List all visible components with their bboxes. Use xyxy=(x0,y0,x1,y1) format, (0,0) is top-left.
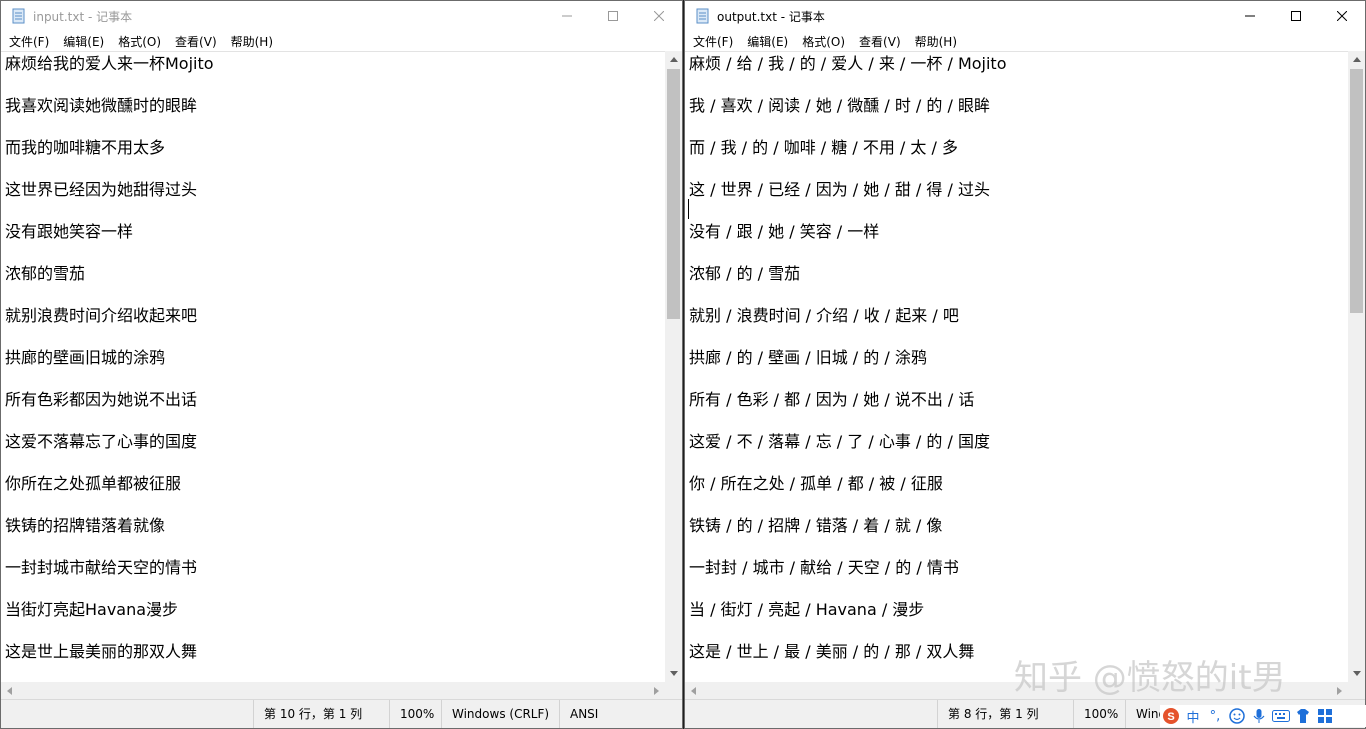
scrollbar-thumb[interactable] xyxy=(667,69,680,319)
notepad-window-output: output.txt - 记事本 文件(F) 编辑(E) 格式(O) 查看(V)… xyxy=(684,0,1366,729)
text-line: 没有 / 跟 / 她 / 笑容 / 一样 xyxy=(689,222,880,241)
menu-help[interactable]: 帮助(H) xyxy=(915,33,957,50)
text-line: 这 / 世界 / 已经 / 因为 / 她 / 甜 / 得 / 过头 xyxy=(689,180,990,199)
text-line: 浓郁的雪茄 xyxy=(5,264,86,283)
text-caret xyxy=(688,199,689,219)
title-bar[interactable]: input.txt - 记事本 xyxy=(1,1,682,31)
scroll-right-arrow-icon[interactable] xyxy=(648,682,665,699)
menu-view[interactable]: 查看(V) xyxy=(175,33,217,50)
scrollbar-corner xyxy=(665,682,682,699)
text-line: 麻烦给我的爱人来一杯Mojito xyxy=(5,54,214,73)
text-line: 当 / 街灯 / 亮起 / Havana / 漫步 xyxy=(689,600,925,619)
horizontal-scrollbar[interactable] xyxy=(1,682,665,699)
text-line: 没有跟她笑容一样 xyxy=(5,222,134,241)
emoji-icon[interactable] xyxy=(1228,707,1246,725)
maximize-icon xyxy=(608,11,618,21)
text-line: 拱廊 / 的 / 壁画 / 旧城 / 的 / 涂鸦 xyxy=(689,348,927,367)
sogou-logo-icon[interactable]: S xyxy=(1162,707,1180,725)
text-line: 你所在之处孤单都被征服 xyxy=(5,474,182,493)
scrollbar-thumb[interactable] xyxy=(1350,69,1363,313)
minimize-icon xyxy=(562,15,572,17)
text-line: 浓郁 / 的 / 雪茄 xyxy=(689,264,801,283)
menu-edit[interactable]: 编辑(E) xyxy=(63,33,104,50)
close-button[interactable] xyxy=(1319,1,1365,31)
ime-toolbar: S 中 °, xyxy=(1160,705,1366,727)
scroll-left-arrow-icon[interactable] xyxy=(1,682,18,699)
text-line: 铁铸 / 的 / 招牌 / 错落 / 着 / 就 / 像 xyxy=(689,516,943,535)
toolbox-icon[interactable] xyxy=(1316,707,1334,725)
close-icon xyxy=(654,11,664,21)
text-line: 就别浪费时间介绍收起来吧 xyxy=(5,306,198,325)
ime-punctuation-toggle[interactable]: °, xyxy=(1206,707,1224,725)
vertical-scrollbar[interactable] xyxy=(665,51,682,682)
title-bar[interactable]: output.txt - 记事本 xyxy=(685,1,1365,31)
text-line: 麻烦 / 给 / 我 / 的 / 爱人 / 来 / 一杯 / Mojito xyxy=(689,54,1007,73)
skin-icon[interactable] xyxy=(1294,707,1312,725)
text-line: 拱廊的壁画旧城的涂鸦 xyxy=(5,348,166,367)
text-line: 我 / 喜欢 / 阅读 / 她 / 微醺 / 时 / 的 / 眼眸 xyxy=(689,96,990,115)
status-bar: 第 10 行，第 1 列 100% Windows (CRLF) ANSI xyxy=(1,699,682,728)
menu-format[interactable]: 格式(O) xyxy=(118,33,161,50)
keyboard-icon[interactable] xyxy=(1272,707,1290,725)
microphone-icon[interactable] xyxy=(1250,707,1268,725)
text-editor[interactable]: 麻烦 / 给 / 我 / 的 / 爱人 / 来 / 一杯 / Mojito 我 … xyxy=(685,51,1348,682)
menu-bar: 文件(F) 编辑(E) 格式(O) 查看(V) 帮助(H) xyxy=(685,31,1365,51)
notepad-icon xyxy=(696,8,709,24)
window-title: input.txt - 记事本 xyxy=(33,9,133,24)
cursor-position: 第 8 行，第 1 列 xyxy=(937,700,1073,728)
cursor-position: 第 10 行，第 1 列 xyxy=(253,700,389,728)
scroll-down-arrow-icon[interactable] xyxy=(1348,665,1365,682)
text-editor[interactable]: 麻烦给我的爱人来一杯Mojito 我喜欢阅读她微醺时的眼眸 而我的咖啡糖不用太多… xyxy=(1,51,665,682)
text-line: 铁铸的招牌错落着就像 xyxy=(5,516,166,535)
encoding: ANSI xyxy=(559,700,682,728)
menu-file[interactable]: 文件(F) xyxy=(693,33,733,50)
close-icon xyxy=(1337,11,1347,21)
menu-format[interactable]: 格式(O) xyxy=(802,33,845,50)
minimize-button[interactable] xyxy=(1227,1,1273,31)
text-line: 所有 / 色彩 / 都 / 因为 / 她 / 说不出 / 话 xyxy=(689,390,975,409)
menu-view[interactable]: 查看(V) xyxy=(859,33,901,50)
scroll-right-arrow-icon[interactable] xyxy=(1331,682,1348,699)
svg-text:S: S xyxy=(1167,711,1174,723)
text-line: 一封封城市献给天空的情书 xyxy=(5,558,198,577)
text-line: 你 / 所在之处 / 孤单 / 都 / 被 / 征服 xyxy=(689,474,943,493)
maximize-button[interactable] xyxy=(590,1,636,31)
scroll-left-arrow-icon[interactable] xyxy=(685,682,702,699)
window-title: output.txt - 记事本 xyxy=(717,9,825,24)
text-line: 而 / 我 / 的 / 咖啡 / 糖 / 不用 / 太 / 多 xyxy=(689,138,958,157)
scroll-up-arrow-icon[interactable] xyxy=(1348,51,1365,68)
zoom-level: 100% xyxy=(1073,700,1125,728)
close-button[interactable] xyxy=(636,1,682,31)
text-line: 而我的咖啡糖不用太多 xyxy=(5,138,166,157)
text-line: 我喜欢阅读她微醺时的眼眸 xyxy=(5,96,198,115)
vertical-scrollbar[interactable] xyxy=(1348,51,1365,682)
text-line: 就别 / 浪费时间 / 介绍 / 收 / 起来 / 吧 xyxy=(689,306,959,325)
zoom-level: 100% xyxy=(389,700,441,728)
text-line: 当街灯亮起Havana漫步 xyxy=(5,600,179,619)
text-line: 这是世上最美丽的那双人舞 xyxy=(5,642,198,661)
notepad-icon xyxy=(12,8,25,24)
minimize-icon xyxy=(1245,15,1255,17)
text-line: 一封封 / 城市 / 献给 / 天空 / 的 / 情书 xyxy=(689,558,959,577)
text-line: 这爱不落幕忘了心事的国度 xyxy=(5,432,198,451)
minimize-button[interactable] xyxy=(544,1,590,31)
text-line: 这爱 / 不 / 落幕 / 忘 / 了 / 心事 / 的 / 国度 xyxy=(689,432,990,451)
scroll-up-arrow-icon[interactable] xyxy=(665,51,682,68)
notepad-window-input: input.txt - 记事本 文件(F) 编辑(E) 格式(O) 查看(V) … xyxy=(0,0,683,729)
line-ending: Windows (CRLF) xyxy=(441,700,559,728)
menu-edit[interactable]: 编辑(E) xyxy=(747,33,788,50)
scrollbar-corner xyxy=(1348,682,1365,699)
menu-help[interactable]: 帮助(H) xyxy=(231,33,273,50)
text-line: 这世界已经因为她甜得过头 xyxy=(5,180,198,199)
zhihu-watermark: 知乎 @愤怒的it男 xyxy=(1014,658,1286,698)
ime-language-toggle[interactable]: 中 xyxy=(1184,707,1202,726)
menu-bar: 文件(F) 编辑(E) 格式(O) 查看(V) 帮助(H) xyxy=(1,31,682,51)
scroll-down-arrow-icon[interactable] xyxy=(665,665,682,682)
menu-file[interactable]: 文件(F) xyxy=(9,33,49,50)
maximize-button[interactable] xyxy=(1273,1,1319,31)
text-line: 所有色彩都因为她说不出话 xyxy=(5,390,198,409)
maximize-icon xyxy=(1291,11,1301,21)
